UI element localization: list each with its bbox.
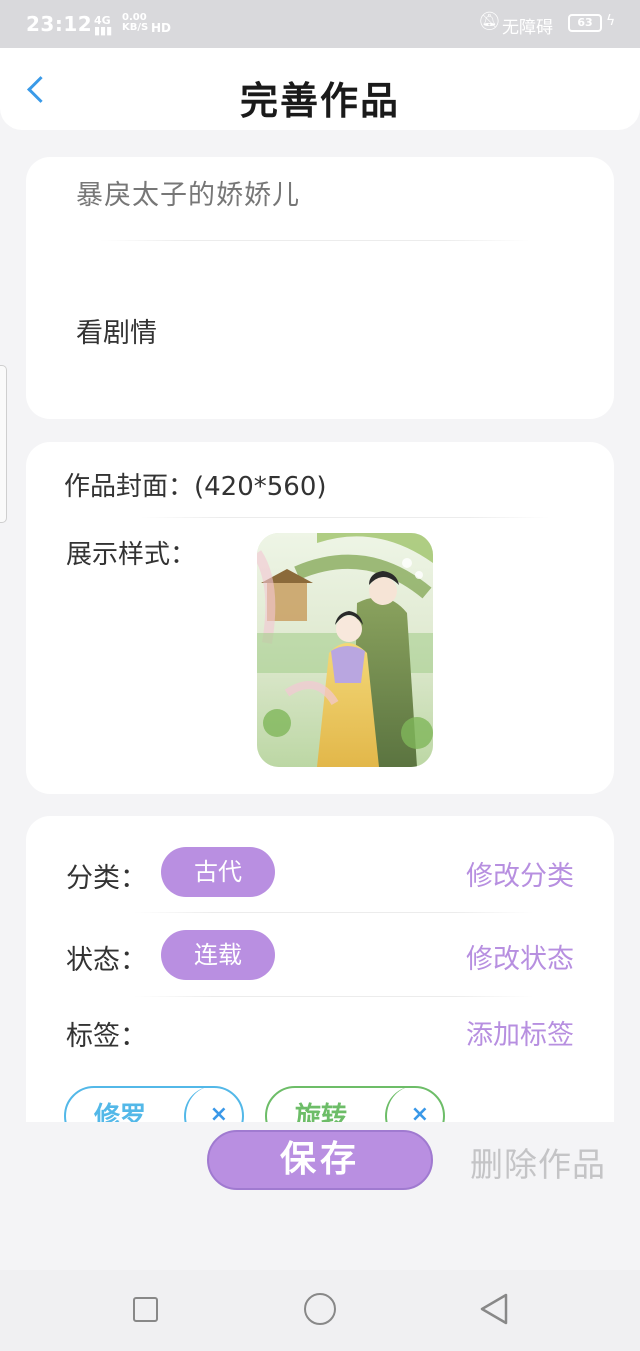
divider	[134, 912, 534, 913]
delete-work-button[interactable]: 删除作品	[470, 1138, 606, 1186]
side-edge-handle[interactable]	[0, 365, 7, 523]
cover-image[interactable]	[257, 533, 433, 767]
category-badge[interactable]: 古代	[161, 847, 275, 897]
divider	[140, 517, 550, 518]
divider	[134, 996, 534, 997]
recent-apps-icon[interactable]	[133, 1297, 158, 1322]
hd-badge: HD	[151, 21, 172, 35]
page-title: 完善作品	[239, 79, 400, 123]
display-style-label: 展示样式：	[66, 540, 197, 570]
status-bar: 23:12 4G ▮▮▮ 0.00 KB/S HD 🔕︎ 无障碍 63 ϟ	[0, 0, 640, 48]
status-badge[interactable]: 连载	[161, 930, 275, 980]
tag-label: 修罗	[94, 1102, 147, 1122]
work-info-card: 暴戾太子的娇娇儿 看剧情	[26, 157, 614, 419]
work-title-field[interactable]: 暴戾太子的娇娇儿	[76, 173, 300, 212]
mute-icon: 🔕︎	[478, 11, 501, 32]
network-type: 4G	[94, 14, 111, 27]
system-nav-bar	[0, 1270, 640, 1351]
signal-icon: 4G ▮▮▮	[94, 14, 113, 37]
back-triangle-icon[interactable]	[478, 1292, 510, 1326]
status-time: 23:12	[26, 12, 93, 36]
add-tag-link[interactable]: 添加标签	[466, 1013, 574, 1052]
battery-icon: 63	[568, 14, 602, 32]
divider	[100, 240, 530, 241]
header-bar: 完善作品	[0, 48, 640, 130]
cover-card: 作品封面：(420*560) 展示样式：	[26, 442, 614, 794]
tag-chip[interactable]: 旋转 ×	[265, 1086, 445, 1122]
speed-unit: KB/S	[122, 22, 149, 33]
cover-label: 作品封面：(420*560)	[64, 472, 327, 502]
tags-label: 标签：	[66, 1021, 147, 1052]
edit-category-link[interactable]: 修改分类	[466, 854, 574, 893]
edit-status-link[interactable]: 修改状态	[466, 937, 574, 976]
home-icon[interactable]	[304, 1293, 336, 1325]
meta-card: 分类： 古代 修改分类 状态： 连载 修改状态 标签： 添加标签 修罗 × 旋转…	[26, 816, 614, 1122]
network-speed: 0.00 KB/S	[122, 13, 148, 33]
accessibility-label: 无障碍	[502, 18, 553, 38]
cover-illustration	[257, 533, 433, 767]
save-button[interactable]: 保存	[207, 1130, 433, 1190]
tag-chip[interactable]: 修罗 ×	[64, 1086, 244, 1122]
status-label: 状态：	[66, 945, 147, 976]
tag-label: 旋转	[295, 1102, 348, 1122]
close-icon[interactable]: ×	[210, 1102, 228, 1122]
synopsis-field[interactable]: 看剧情	[76, 311, 157, 350]
charging-icon: ϟ	[606, 13, 616, 29]
close-icon[interactable]: ×	[411, 1102, 429, 1122]
category-label: 分类：	[66, 863, 147, 894]
